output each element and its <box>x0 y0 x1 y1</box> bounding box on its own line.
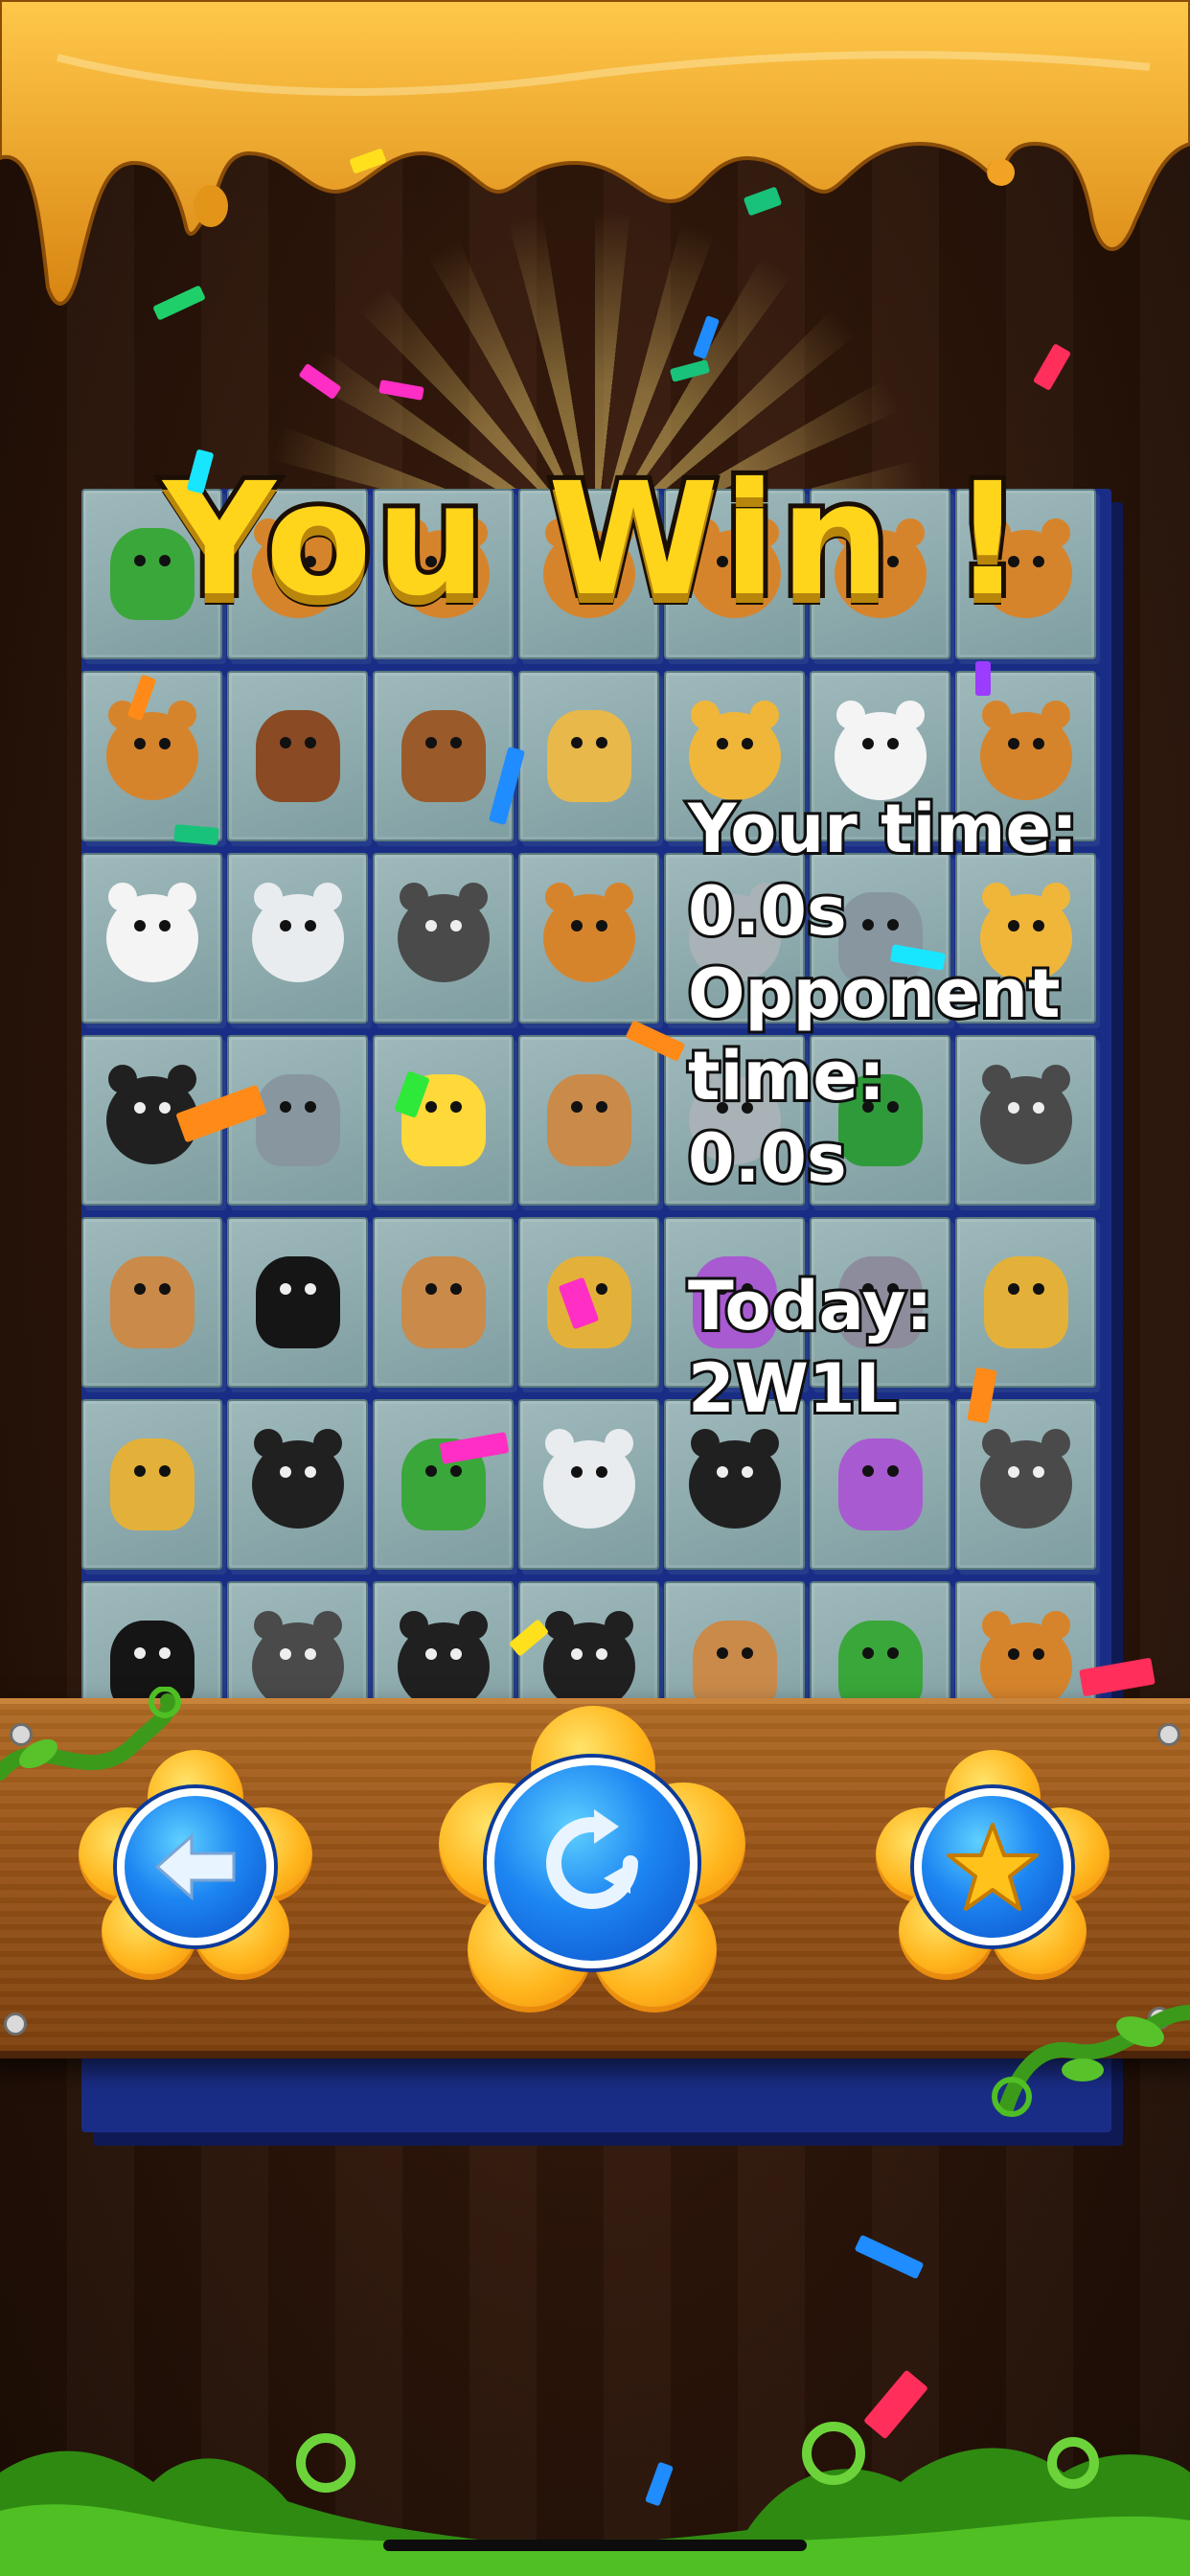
mouse-icon <box>979 1429 1072 1529</box>
dragon-icon <box>546 710 631 802</box>
bush-decoration <box>0 2422 1190 2576</box>
polar-bear-icon <box>542 1429 635 1529</box>
stats-panel: Your time: 0.0s Opponent time: 0.0s Toda… <box>685 787 1186 1431</box>
arrow-left-icon <box>154 1832 236 1901</box>
camel-icon <box>109 1256 195 1348</box>
tile-camel <box>373 1217 514 1388</box>
opponent-time-value: 0.0s <box>685 1116 850 1201</box>
tile-camel <box>518 1035 659 1206</box>
giraffe-icon <box>109 1438 195 1530</box>
toucan-icon <box>255 1256 340 1348</box>
tile-giraffe <box>81 1399 222 1570</box>
squirrel-icon <box>400 710 486 802</box>
tile-polar-bear <box>518 1399 659 1570</box>
polar-bear-icon <box>251 883 344 982</box>
dolphin-icon <box>837 1438 923 1530</box>
your-time-label: Your time: <box>685 787 1081 871</box>
today-label: Today: <box>685 1264 935 1348</box>
today-record: 2W1L <box>685 1346 901 1431</box>
camel-icon <box>546 1074 631 1166</box>
replay-icon <box>546 1809 638 1909</box>
mouse-icon <box>397 883 490 982</box>
tile-camel <box>81 1217 222 1388</box>
lion-icon <box>542 883 635 982</box>
tile-dragon <box>518 671 659 841</box>
tile-lion <box>81 671 222 841</box>
tile-lion <box>518 853 659 1024</box>
deer-icon <box>255 710 340 802</box>
your-time-value: 0.0s <box>685 869 850 954</box>
home-indicator[interactable] <box>383 2540 807 2551</box>
shark-icon <box>255 1074 340 1166</box>
tile-polar-bear <box>227 853 368 1024</box>
win-title: You Win ! <box>158 446 1027 635</box>
replay-button[interactable] <box>439 1706 745 2016</box>
confetti <box>975 661 991 696</box>
penguin-icon <box>251 1429 344 1529</box>
nail-icon <box>4 2012 27 2036</box>
tile-duck <box>373 1035 514 1206</box>
back-button[interactable] <box>79 1750 312 1984</box>
tile-deer <box>227 671 368 841</box>
vine-decoration-right <box>992 2005 1190 2117</box>
lion-icon <box>105 701 198 800</box>
rate-button[interactable] <box>876 1750 1110 1984</box>
penguin-icon <box>688 1429 781 1529</box>
panda-icon <box>105 883 198 982</box>
tile-panda <box>81 853 222 1024</box>
tile-mouse <box>373 853 514 1024</box>
nail-icon <box>1157 1723 1180 1746</box>
tile-penguin <box>227 1399 368 1570</box>
tile-turtle <box>373 1399 514 1570</box>
star-icon <box>947 1823 1039 1911</box>
tile-shark <box>227 1035 368 1206</box>
opponent-time-label-2: time: <box>685 1034 888 1118</box>
tile-toucan <box>227 1217 368 1388</box>
camel-icon <box>400 1256 486 1348</box>
